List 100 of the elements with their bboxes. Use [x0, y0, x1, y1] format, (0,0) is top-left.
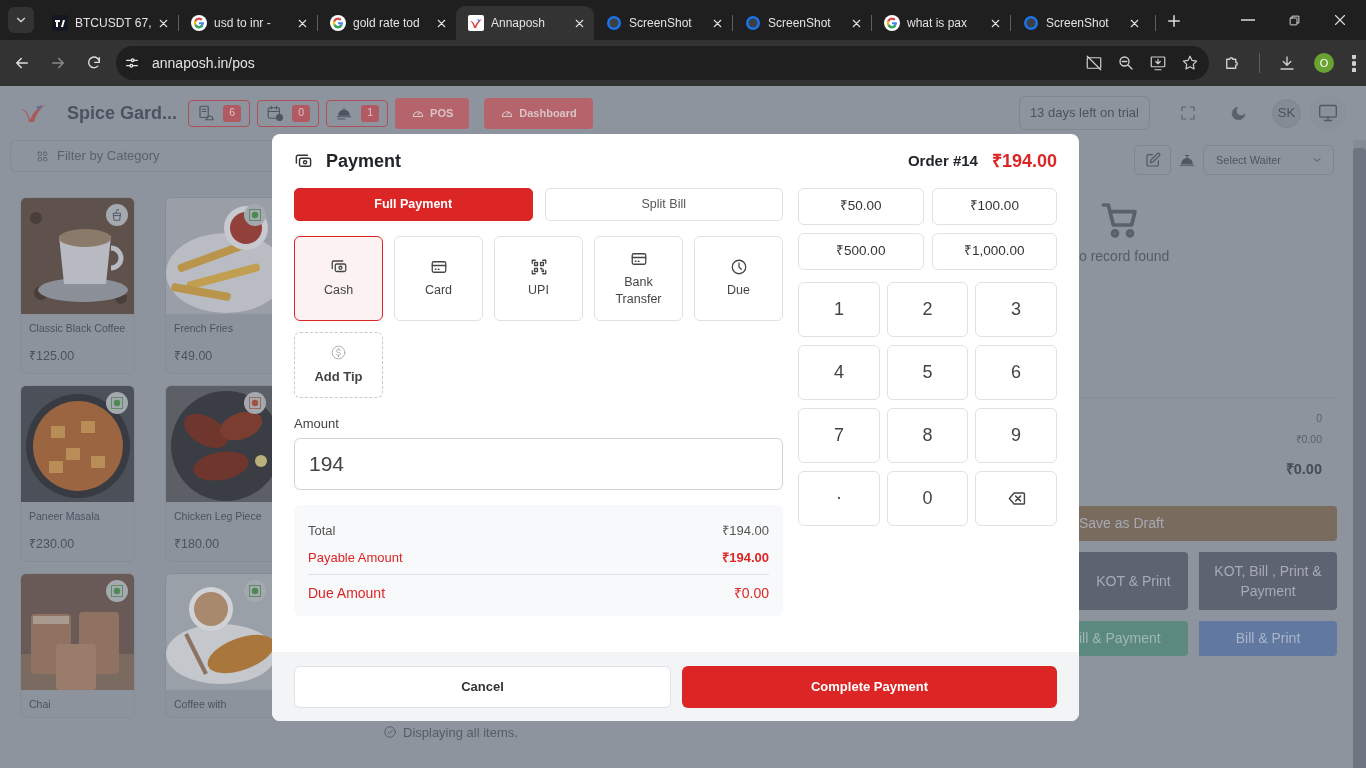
browser-tab[interactable]: gold rate tod — [318, 6, 456, 40]
empty-cart-message: o record found — [1079, 247, 1171, 266]
cart-total: ₹0.00 — [1285, 460, 1322, 479]
payment-method-option[interactable]: Card — [394, 236, 483, 321]
display-button[interactable] — [1310, 95, 1346, 131]
browser-tab[interactable]: what is pax — [872, 6, 1010, 40]
cancel-button[interactable]: Cancel — [294, 666, 671, 708]
quick-amount-button[interactable]: ₹500.00 — [798, 233, 924, 270]
reload-icon — [86, 55, 102, 71]
quick-amount-button[interactable]: ₹1,000.00 — [931, 233, 1057, 270]
keypad-key[interactable]: 9 — [975, 408, 1057, 463]
favicon — [884, 15, 900, 31]
fullscreen-icon — [1179, 104, 1197, 122]
product-name: French Fries — [173, 321, 234, 335]
quick-amount-button[interactable]: ₹100.00 — [931, 188, 1057, 225]
order-total: ₹194.00 — [991, 150, 1057, 173]
veg-mark — [249, 585, 261, 597]
backspace-icon — [1006, 489, 1026, 508]
summary-value: ₹194.00 — [722, 522, 769, 540]
favicon — [606, 15, 622, 31]
keypad-key[interactable]: . — [798, 471, 880, 526]
summary-value: ₹0.00 — [733, 584, 769, 602]
keypad-key[interactable]: 7 — [798, 408, 880, 463]
trial-notice: 13 days left on trial — [1018, 96, 1150, 130]
calendar-icon — [266, 104, 285, 122]
download-icon — [1278, 54, 1296, 72]
clock-icon — [729, 258, 748, 276]
favicon — [1023, 15, 1039, 31]
favicon — [52, 15, 68, 31]
browser-tab[interactable]: ScreenShot — [1011, 6, 1149, 40]
site-settings-icon — [124, 55, 140, 71]
extensions-icon — [1223, 54, 1241, 72]
browser-tab[interactable]: usd to inr - — [179, 6, 317, 40]
browser-tab[interactable]: Annaposh — [456, 6, 594, 40]
qr-code-icon — [529, 258, 548, 276]
moon-icon — [1229, 104, 1247, 122]
check-circle-icon — [383, 725, 397, 740]
grid-icon — [36, 149, 49, 163]
payment-mode-tab[interactable]: Split Bill — [544, 188, 783, 221]
list-status: Displaying all items. — [403, 723, 518, 742]
product-name: Coffee with — [173, 697, 228, 712]
scrollbar[interactable] — [1353, 140, 1366, 768]
summary-label: Payable Amount — [308, 549, 403, 567]
tab-search-button[interactable] — [8, 7, 34, 33]
favicon — [330, 15, 346, 31]
product-name: Classic Black Coffee — [28, 321, 127, 335]
keypad-key[interactable]: 6 — [975, 345, 1057, 400]
backspace-key[interactable] — [975, 471, 1057, 526]
favicon — [468, 15, 484, 31]
keypad-key[interactable]: 0 — [887, 471, 968, 526]
amount-label: Amount — [294, 416, 340, 432]
product-name: Chicken Leg Piece — [173, 509, 263, 523]
product-price: ₹230.00 — [28, 536, 76, 553]
url-text: annaposh.in/pos — [152, 53, 255, 73]
favicon — [745, 15, 761, 31]
dialog-title: Payment — [326, 150, 402, 173]
product-price: ₹49.00 — [173, 348, 214, 365]
product-price: ₹125.00 — [28, 348, 76, 365]
product-name: Paneer Masala — [28, 509, 101, 523]
product-price: ₹180.00 — [173, 536, 221, 553]
add-tip-button[interactable]: Add Tip — [294, 332, 383, 398]
zoom-out-icon — [1117, 54, 1135, 72]
payment-method-option[interactable]: Due — [694, 236, 783, 321]
logo — [20, 103, 46, 123]
payment-mode-tab[interactable]: Full Payment — [294, 188, 533, 221]
summary-value: ₹194.00 — [722, 549, 769, 567]
amount-field[interactable]: 194 — [294, 438, 783, 490]
keypad-key[interactable]: 8 — [887, 408, 968, 463]
keypad-key[interactable]: 2 — [887, 282, 968, 337]
cart-icon — [1100, 200, 1140, 240]
veg-mark — [249, 209, 261, 221]
payment-method-option[interactable]: Cash — [294, 236, 383, 321]
quick-amount-button[interactable]: ₹50.00 — [798, 188, 924, 225]
complete-payment-button[interactable]: Complete Payment — [682, 666, 1057, 708]
install-icon — [1149, 54, 1167, 72]
edit-icon — [1144, 152, 1161, 168]
keypad-key[interactable]: 4 — [798, 345, 880, 400]
browser-tab[interactable]: BTCUSDT 67, — [40, 6, 178, 40]
keypad-key[interactable]: 1 — [798, 282, 880, 337]
product-name: Chai — [28, 697, 52, 712]
browser-tab[interactable]: ScreenShot — [594, 6, 732, 40]
browser-tab[interactable]: ScreenShot — [733, 6, 871, 40]
drink-icon — [110, 208, 124, 222]
veg-mark — [111, 585, 123, 597]
menu-icon — [1352, 54, 1356, 72]
address-bar[interactable]: annaposh.in/pos — [116, 46, 1209, 80]
order-number: Order #14 — [907, 151, 978, 172]
payment-method-option[interactable]: Bank Transfer — [594, 236, 683, 321]
keypad-key[interactable]: 3 — [975, 282, 1057, 337]
card-icon — [429, 258, 448, 276]
payment-method-option[interactable]: UPI — [494, 236, 583, 321]
plus-icon — [1165, 12, 1183, 30]
summary-label: Due Amount — [308, 584, 386, 602]
restaurant-name: Spice Gard... — [67, 101, 178, 125]
clipboard-icon — [197, 104, 216, 122]
summary-label: Total — [308, 522, 336, 540]
monitor-icon — [1318, 103, 1338, 123]
keypad-key[interactable]: 5 — [887, 345, 968, 400]
favicon — [191, 15, 207, 31]
non-veg-mark — [249, 397, 261, 409]
